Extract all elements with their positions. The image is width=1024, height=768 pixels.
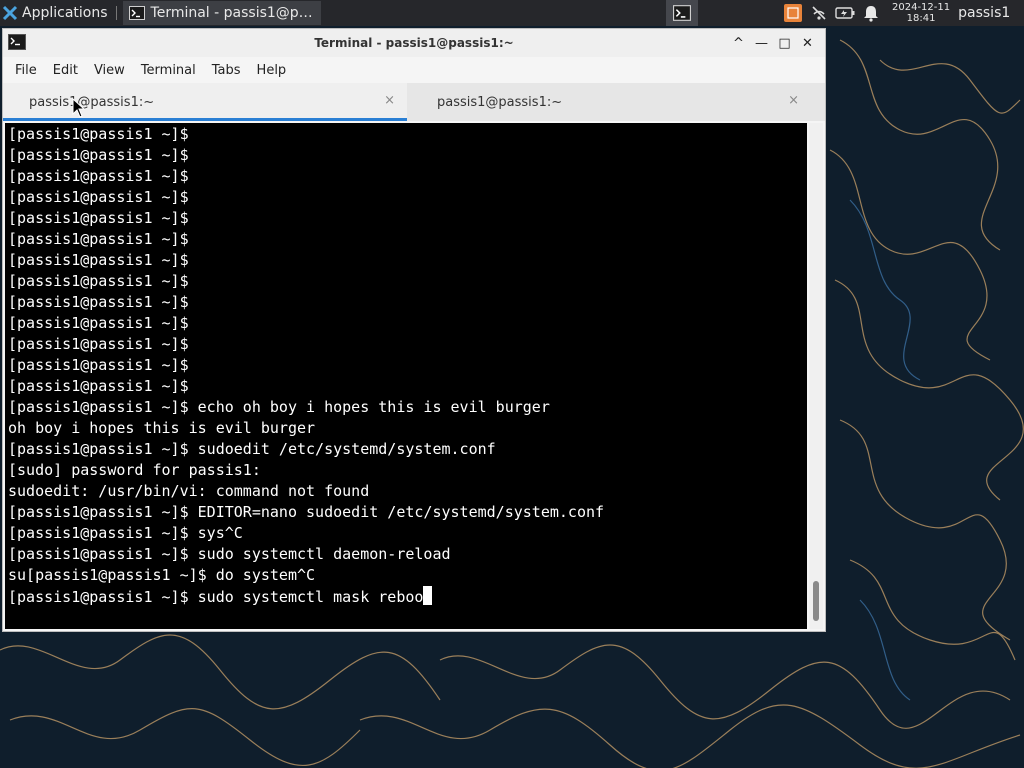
user-menu[interactable]: passis1 — [958, 5, 1010, 21]
workspace-switcher — [666, 0, 762, 26]
terminal-output[interactable]: [passis1@passis1 ~]$ [passis1@passis1 ~]$… — [5, 123, 807, 629]
scrollbar-thumb[interactable] — [813, 581, 819, 621]
clock-time: 18:41 — [906, 13, 936, 24]
system-tray: 2024-12-11 18:41 passis1 — [782, 0, 1010, 26]
terminal-text: [passis1@passis1 ~]$ [passis1@passis1 ~]$… — [5, 123, 807, 607]
menu-edit[interactable]: Edit — [45, 63, 86, 78]
terminal-icon — [673, 5, 691, 21]
tab-terminal-1[interactable]: passis1@passis1:~ × — [3, 83, 407, 121]
terminal-current-line: [passis1@passis1 ~]$ sudo systemctl mask… — [8, 586, 807, 607]
battery-icon[interactable] — [834, 2, 856, 24]
minimize-button[interactable]: — — [750, 33, 773, 53]
terminal-window: Terminal - passis1@passis1:~ ^ — □ ✕ Fil… — [2, 28, 826, 632]
terminal-line: [sudo] password for passis1: — [8, 461, 261, 479]
terminal-line: [passis1@passis1 ~]$ — [8, 125, 189, 143]
terminal-cursor — [423, 586, 433, 605]
terminal-line: [passis1@passis1 ~]$ sudoedit /etc/syste… — [8, 440, 496, 458]
terminal-icon — [8, 34, 26, 50]
terminal-scrollbar[interactable] — [809, 123, 823, 629]
terminal-line: [passis1@passis1 ~]$ — [8, 356, 189, 374]
xfce-mouse-icon — [2, 5, 18, 21]
menu-terminal[interactable]: Terminal — [133, 63, 204, 78]
menubar: File Edit View Terminal Tabs Help — [3, 57, 825, 83]
terminal-input-text: [passis1@passis1 ~]$ sudo systemctl mask… — [8, 588, 424, 606]
terminal-line: sudoedit: /usr/bin/vi: command not found — [8, 482, 370, 500]
menu-view[interactable]: View — [86, 63, 133, 78]
network-off-icon[interactable] — [808, 2, 830, 24]
terminal-line: [passis1@passis1 ~]$ — [8, 167, 189, 185]
maximize-button[interactable]: □ — [773, 33, 796, 53]
menu-help[interactable]: Help — [249, 63, 295, 78]
terminal-line: [passis1@passis1 ~]$ — [8, 251, 189, 269]
tab-label: passis1@passis1:~ — [437, 95, 563, 110]
panel-clock[interactable]: 2024-12-11 18:41 — [892, 2, 950, 24]
window-controls: ^ — □ ✕ — [727, 33, 819, 53]
terminal-line: [passis1@passis1 ~]$ — [8, 230, 189, 248]
app-indicator-icon[interactable] — [782, 2, 804, 24]
terminal-line: [passis1@passis1 ~]$ EDITOR=nano sudoedi… — [8, 503, 605, 521]
terminal-line: [passis1@passis1 ~]$ — [8, 272, 189, 290]
top-panel: Applications Terminal - passis1@p… 2024-… — [0, 0, 1024, 26]
workspace-2[interactable] — [698, 0, 730, 26]
terminal-line: [passis1@passis1 ~]$ — [8, 377, 189, 395]
terminal-line: [passis1@passis1 ~]$ — [8, 314, 189, 332]
tab-label: passis1@passis1:~ — [29, 95, 155, 110]
terminal-line: [passis1@passis1 ~]$ — [8, 335, 189, 353]
close-button[interactable]: ✕ — [796, 33, 819, 53]
workspace-3[interactable] — [730, 0, 762, 26]
shade-button[interactable]: ^ — [727, 33, 750, 53]
window-titlebar[interactable]: Terminal - passis1@passis1:~ ^ — □ ✕ — [3, 29, 825, 57]
terminal-line: su[passis1@passis1 ~]$ do system^C — [8, 566, 316, 584]
window-title: Terminal - passis1@passis1:~ — [314, 36, 514, 50]
terminal-line: oh boy i hopes this is evil burger — [8, 419, 316, 437]
applications-menu[interactable]: Applications — [0, 0, 112, 26]
terminal-line: [passis1@passis1 ~]$ — [8, 146, 189, 164]
terminal-line: [passis1@passis1 ~]$ — [8, 209, 189, 227]
terminal-icon — [128, 6, 145, 20]
terminal-line: [passis1@passis1 ~]$ echo oh boy i hopes… — [8, 398, 550, 416]
panel-separator — [115, 6, 117, 20]
terminal-line: [passis1@passis1 ~]$ sys^C — [8, 524, 243, 542]
terminal-line: [passis1@passis1 ~]$ — [8, 188, 189, 206]
mouse-pointer-icon — [72, 98, 86, 118]
taskbar-terminal-button[interactable]: Terminal - passis1@p… — [122, 1, 321, 25]
clock-date: 2024-12-11 — [892, 2, 951, 13]
terminal-line: [passis1@passis1 ~]$ — [8, 293, 189, 311]
menu-file[interactable]: File — [7, 63, 45, 78]
menu-tabs[interactable]: Tabs — [204, 63, 249, 78]
workspace-1[interactable] — [666, 0, 698, 26]
terminal-line: [passis1@passis1 ~]$ sudo systemctl daem… — [8, 545, 451, 563]
taskbar-terminal-label: Terminal - passis1@p… — [150, 5, 313, 21]
tab-terminal-2[interactable]: passis1@passis1:~ × — [407, 83, 811, 121]
tab-close-icon[interactable]: × — [788, 93, 799, 108]
applications-label: Applications — [22, 5, 108, 21]
tab-close-icon[interactable]: × — [384, 93, 395, 108]
tab-bar: passis1@passis1:~ × passis1@passis1:~ × — [3, 83, 825, 121]
notification-bell-icon[interactable] — [860, 2, 882, 24]
